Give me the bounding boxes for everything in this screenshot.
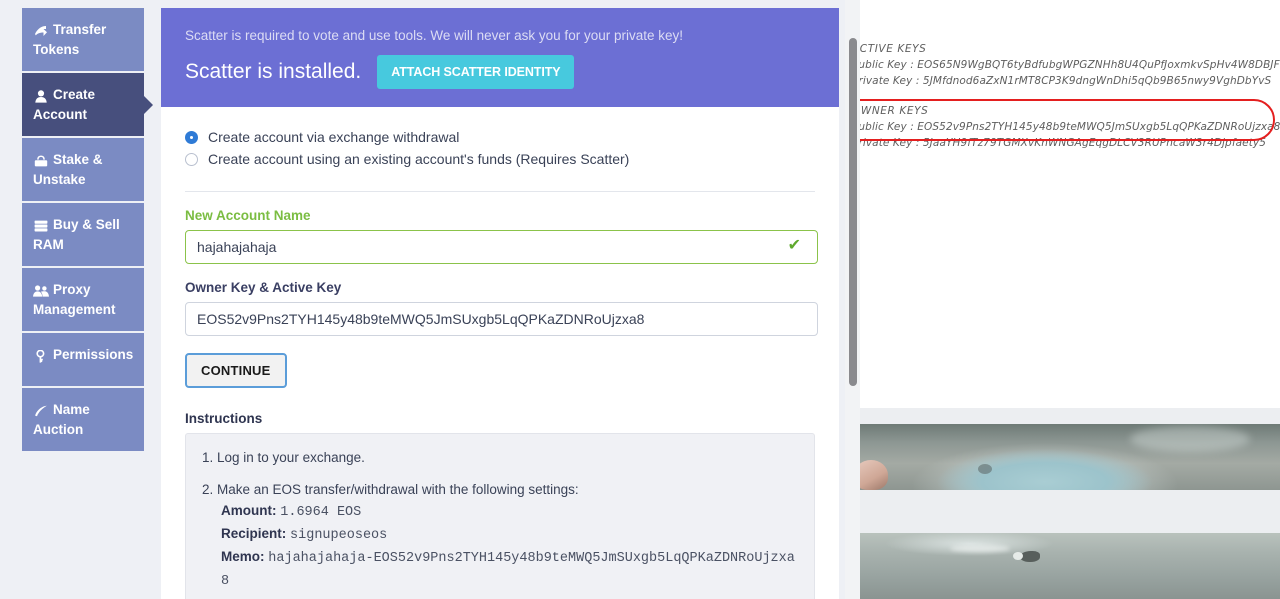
scatter-banner: Scatter is required to vote and use tool…	[161, 8, 839, 107]
tag-icon	[33, 401, 48, 420]
owner-public-key: Public Key : EOS52v9Pns2TYH145y48b9teMWQ…	[860, 121, 1280, 133]
instructions-box: 1. Log in to your exchange. 2. Make an E…	[185, 433, 815, 599]
amount-value: 1.6964 EOS	[280, 505, 362, 520]
scatter-note: Scatter is required to vote and use tool…	[185, 28, 683, 43]
active-keys-heading: ACTIVE KEYS	[860, 43, 927, 55]
key-icon	[33, 346, 48, 365]
continue-button[interactable]: CONTINUE	[185, 353, 287, 388]
keysheet-text: ACTIVE KEYS Public Key : EOS65N9WgBQT6ty…	[860, 43, 1280, 167]
sidebar: Transfer Tokens Create Account Stake & U…	[22, 8, 153, 453]
instruction-step-2: 2. Make an EOS transfer/withdrawal with …	[202, 480, 798, 592]
radio-label: Create account via exchange withdrawal	[208, 129, 460, 145]
photo-water-basin-object	[978, 464, 992, 474]
key-reference-panel: ACTIVE KEYS Public Key : EOS65N9WgBQT6ty…	[860, 0, 1280, 599]
panel-gap	[860, 490, 1280, 533]
instruction-step-2-intro: 2. Make an EOS transfer/withdrawal with …	[202, 482, 579, 497]
photo-water-basin-finger	[860, 460, 888, 490]
radio-indicator-selected[interactable]	[185, 130, 198, 144]
account-method-radio-group: Create account via exchange withdrawal C…	[185, 123, 815, 187]
sidebar-item-create-account[interactable]: Create Account	[22, 73, 153, 136]
server-icon	[33, 216, 48, 235]
owner-active-key-field-block: Owner Key & Active Key	[185, 264, 818, 336]
instructions-title: Instructions	[185, 411, 263, 426]
recipient-value: signupeoseos	[290, 528, 388, 543]
amount-label: Amount:	[221, 503, 277, 518]
sidebar-item-transfer-tokens[interactable]: Transfer Tokens	[22, 8, 144, 71]
photo-beach-sand-background	[860, 533, 1280, 599]
page-scrollbar-thumb[interactable]	[849, 38, 857, 386]
photo-water-basin-highlight	[1130, 426, 1250, 452]
sidebar-item-buy-sell-ram[interactable]: Buy & Sell RAM	[22, 203, 144, 266]
instruction-memo-row: Memo: hajahajahaja-EOS52v9Pns2TYH145y48b…	[221, 546, 798, 592]
radio-option-exchange-withdrawal[interactable]: Create account via exchange withdrawal	[185, 129, 815, 145]
radio-label: Create account using an existing account…	[208, 151, 630, 167]
radio-option-existing-account-funds[interactable]: Create account using an existing account…	[185, 151, 815, 167]
screen-root: Transfer Tokens Create Account Stake & U…	[0, 0, 1280, 599]
radio-indicator[interactable]	[185, 152, 198, 166]
sidebar-item-name-auction[interactable]: Name Auction	[22, 388, 144, 451]
sidebar-item-label: Permissions	[53, 347, 134, 362]
scatter-status-row: Scatter is installed. ATTACH SCATTER IDE…	[185, 55, 815, 89]
owner-active-key-label: Owner Key & Active Key	[185, 280, 342, 295]
new-account-name-field-block: New Account Name ✔	[185, 192, 818, 264]
memo-value: hajahajahaja-EOS52v9Pns2TYH145y48b9teMWQ…	[221, 551, 795, 589]
instruction-step-1: 1. Log in to your exchange.	[202, 450, 365, 465]
active-public-key: Public Key : EOS65N9WgBQT6tyBdfubgWPGZNH…	[860, 59, 1280, 71]
instruction-recipient-row: Recipient: signupeoseos	[221, 523, 798, 546]
photo-beach-sand-foam	[950, 545, 1010, 552]
owner-active-key-input[interactable]	[185, 302, 818, 336]
scatter-status-text: Scatter is installed.	[185, 60, 362, 83]
photo-beach-sand-bird	[1013, 551, 1040, 562]
memo-label: Memo:	[221, 549, 265, 564]
page-scrollbar-track[interactable]	[845, 0, 860, 599]
owner-keys-group: OWNER KEYS Public Key : EOS52v9Pns2TYH14…	[860, 99, 1280, 151]
create-account-card: Create account via exchange withdrawal C…	[161, 107, 839, 599]
instruction-amount-row: Amount: 1.6964 EOS	[221, 500, 798, 523]
arrow-send-icon	[33, 21, 48, 40]
owner-keys-heading: OWNER KEYS	[860, 105, 929, 117]
photo-beach-sand	[860, 533, 1280, 599]
lock-box-icon	[33, 151, 48, 170]
new-account-name-input-wrap: ✔	[185, 230, 818, 264]
keysheet-document: ACTIVE KEYS Public Key : EOS65N9WgBQT6ty…	[860, 0, 1280, 408]
app-page: Transfer Tokens Create Account Stake & U…	[0, 0, 845, 599]
attach-scatter-identity-button[interactable]: ATTACH SCATTER IDENTITY	[377, 55, 575, 89]
user-icon	[33, 86, 48, 105]
active-private-key: Private Key : 5JMfdnod6aZxN1rMT8CP3K9dng…	[860, 75, 1272, 87]
photo-water-basin	[860, 424, 1280, 490]
owner-private-key: Private Key : 5JaaYH9fTz79TGMXvKnWNGAgEq…	[860, 137, 1267, 149]
new-account-name-input[interactable]	[185, 230, 818, 264]
recipient-label: Recipient:	[221, 526, 287, 541]
users-icon	[33, 281, 49, 300]
sidebar-item-stake-unstake[interactable]: Stake & Unstake	[22, 138, 144, 201]
active-keys-group: ACTIVE KEYS Public Key : EOS65N9WgBQT6ty…	[860, 43, 1280, 89]
sidebar-item-permissions[interactable]: Permissions	[22, 333, 144, 386]
sidebar-item-proxy-management[interactable]: Proxy Management	[22, 268, 144, 331]
new-account-name-label: New Account Name	[185, 208, 311, 223]
panel-gap	[860, 408, 1280, 424]
main-content: Scatter is required to vote and use tool…	[161, 8, 839, 599]
owner-active-key-input-wrap	[185, 302, 818, 336]
